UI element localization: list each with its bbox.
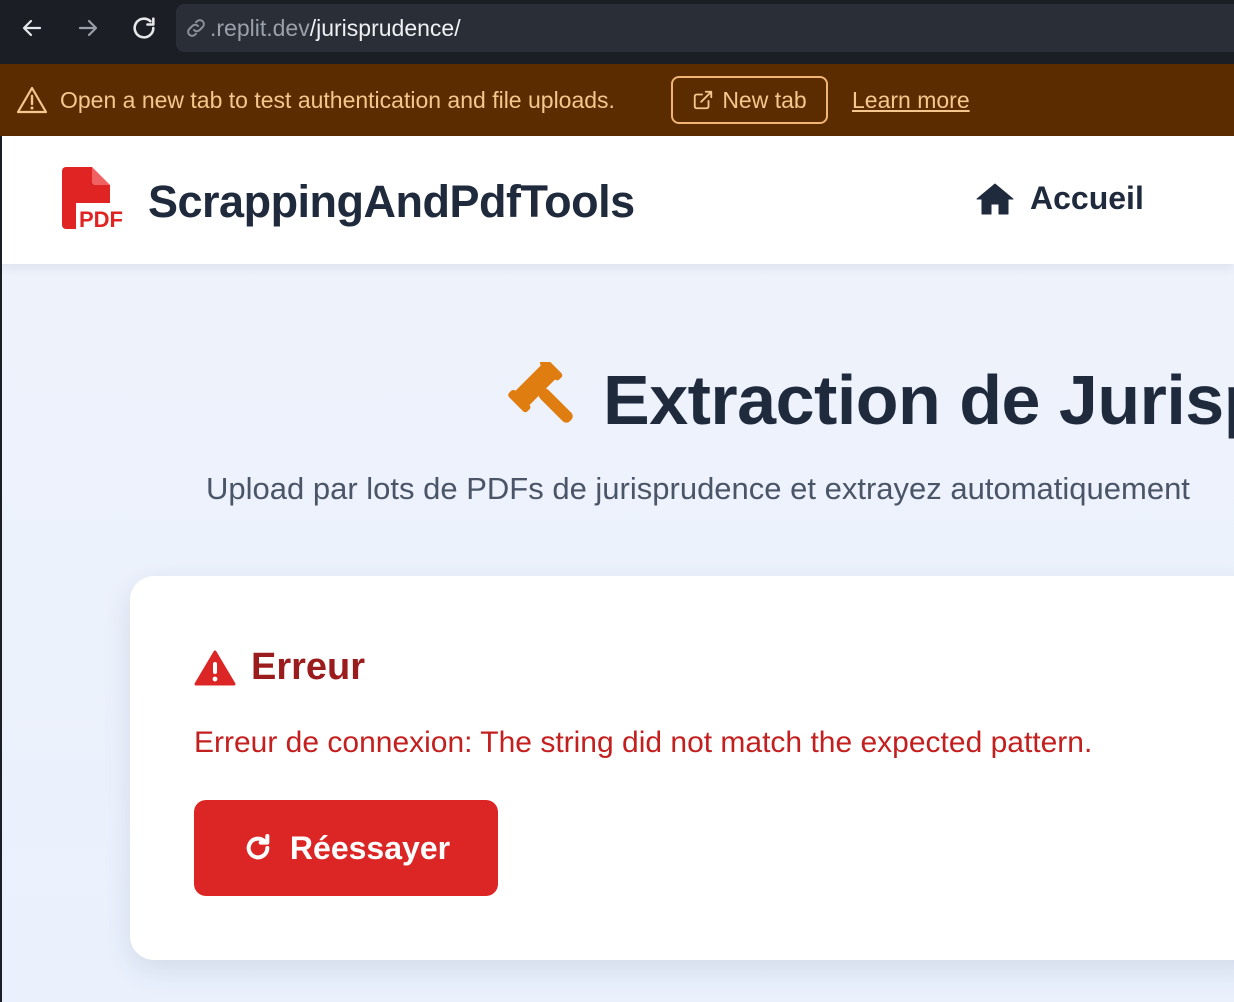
url-text: .replit.dev/jurisprudence/ xyxy=(210,15,461,42)
url-path: /jurisprudence/ xyxy=(309,14,461,41)
brand-name[interactable]: ScrappingAndPdfTools xyxy=(148,176,635,228)
pdf-icon-label: PDF xyxy=(79,207,123,231)
dev-banner: Open a new tab to test authentication an… xyxy=(0,64,1234,136)
banner-message: Open a new tab to test authentication an… xyxy=(60,87,615,113)
app-header: PDF ScrappingAndPdfTools Accueil xyxy=(0,136,1234,264)
reload-icon xyxy=(133,17,155,39)
reload-button[interactable] xyxy=(126,10,162,46)
error-message: Erreur de connexion: The string did not … xyxy=(194,726,1093,759)
browser-toolbar: .replit.dev/jurisprudence/ xyxy=(0,0,1234,64)
nav-home-link[interactable]: Accueil xyxy=(976,180,1144,217)
error-triangle-icon xyxy=(194,650,236,686)
main-content: Extraction de Jurisp Upload par lots de … xyxy=(0,264,1234,1002)
retry-label: Réessayer xyxy=(289,829,451,866)
window-edge xyxy=(0,264,2,1002)
new-tab-button[interactable]: New tab xyxy=(671,76,828,124)
gavel-icon xyxy=(508,362,573,423)
retry-button[interactable]: Réessayer xyxy=(194,800,498,896)
warning-icon xyxy=(16,86,48,114)
error-card: Erreur Erreur de connexion: The string d… xyxy=(130,576,1234,960)
forward-button[interactable] xyxy=(70,10,106,46)
home-icon xyxy=(976,183,1014,214)
new-tab-label: New tab xyxy=(722,86,807,113)
window-edge xyxy=(0,136,2,264)
back-arrow-icon xyxy=(22,19,42,37)
pdf-file-icon[interactable]: PDF xyxy=(62,167,124,231)
learn-more-link[interactable]: Learn more xyxy=(852,87,970,114)
address-bar[interactable]: .replit.dev/jurisprudence/ xyxy=(176,4,1234,52)
refresh-icon xyxy=(246,834,270,860)
page-subtitle: Upload par lots de PDFs de jurisprudence… xyxy=(206,471,1190,506)
url-host: .replit.dev xyxy=(210,14,310,41)
nav-home-label: Accueil xyxy=(1030,180,1144,216)
forward-arrow-icon xyxy=(78,19,98,37)
error-title: Erreur xyxy=(251,646,366,688)
page-title: Extraction de Jurisp xyxy=(603,361,1234,439)
external-link-icon xyxy=(694,90,713,110)
back-button[interactable] xyxy=(14,10,50,46)
link-icon xyxy=(184,16,208,40)
